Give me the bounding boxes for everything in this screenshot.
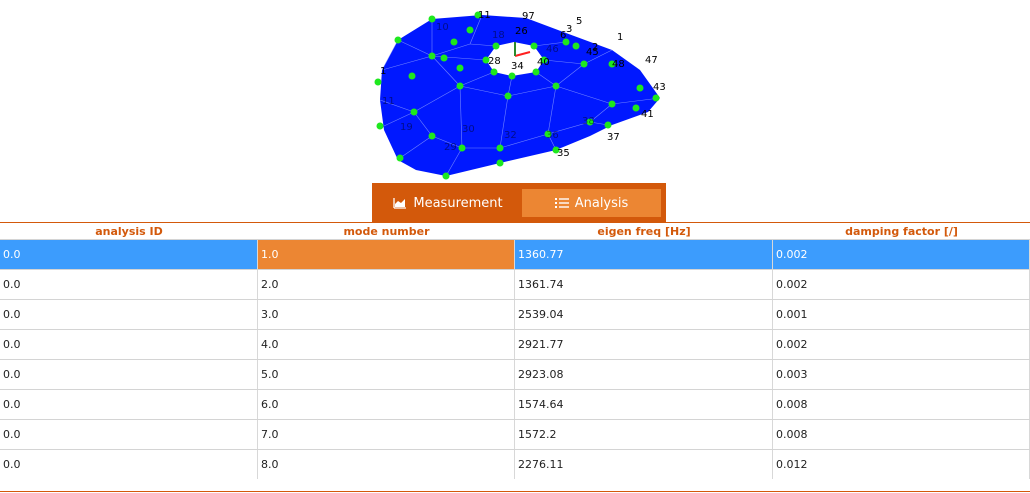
- svg-text:32: 32: [504, 130, 517, 141]
- column-header-eigen-freq[interactable]: eigen freq [Hz]: [515, 223, 773, 239]
- mesh-plot[interactable]: 11 97 3 5 6 1 2 45 48 47 43 41 37 35 28 …: [0, 0, 1030, 183]
- node-label-47: 47: [645, 55, 658, 66]
- cell-eigen-freq[interactable]: 2923.08: [515, 360, 773, 389]
- node-label-35: 35: [557, 148, 570, 159]
- node-label-97: 97: [522, 11, 535, 22]
- area-chart-icon: [393, 197, 407, 209]
- cell-eigen-freq[interactable]: 2276.11: [515, 450, 773, 479]
- cell-damping-factor[interactable]: 0.002: [773, 270, 1030, 299]
- tab-measurement-label: Measurement: [413, 195, 503, 211]
- table-bottom-border: [0, 491, 1030, 492]
- cell-damping-factor[interactable]: 0.002: [773, 330, 1030, 359]
- cell-analysis-id[interactable]: 0.0: [0, 450, 258, 479]
- node-label-1b: 1: [617, 32, 623, 43]
- node-label-26: 26: [515, 26, 528, 37]
- node-label-48: 48: [612, 59, 625, 70]
- svg-text:10: 10: [436, 22, 449, 33]
- cell-analysis-id[interactable]: 0.0: [0, 390, 258, 419]
- cell-mode-number[interactable]: 7.0: [258, 420, 515, 449]
- table-row[interactable]: 0.0 3.0 2539.04 0.001: [0, 299, 1030, 329]
- tab-measurement[interactable]: Measurement: [378, 189, 518, 217]
- cell-analysis-id[interactable]: 0.0: [0, 240, 258, 269]
- node-label-6: 6: [560, 30, 566, 41]
- cell-analysis-id[interactable]: 0.0: [0, 360, 258, 389]
- table-row[interactable]: 0.0 7.0 1572.2 0.008: [0, 419, 1030, 449]
- cell-mode-number[interactable]: 3.0: [258, 300, 515, 329]
- node-label-34: 34: [511, 61, 524, 72]
- cell-analysis-id[interactable]: 0.0: [0, 300, 258, 329]
- node-label-37: 37: [607, 132, 620, 143]
- table-row[interactable]: 0.0 5.0 2923.08 0.003: [0, 359, 1030, 389]
- node-label-40: 40: [537, 57, 550, 68]
- cell-mode-number[interactable]: 1.0: [258, 240, 515, 269]
- table-row[interactable]: 0.0 2.0 1361.74 0.002: [0, 269, 1030, 299]
- node-label-15: 45: [586, 47, 599, 58]
- mesh-viewport[interactable]: 11 97 3 5 6 1 2 45 48 47 43 41 37 35 28 …: [0, 0, 1030, 183]
- node-label-5: 5: [576, 16, 582, 27]
- node-label-3: 3: [566, 24, 572, 35]
- cell-eigen-freq[interactable]: 2539.04: [515, 300, 773, 329]
- tab-analysis-label: Analysis: [574, 195, 629, 211]
- cell-mode-number[interactable]: 5.0: [258, 360, 515, 389]
- svg-text:18: 18: [492, 30, 505, 41]
- table-row[interactable]: 0.0 8.0 2276.11 0.012: [0, 449, 1030, 479]
- table-row[interactable]: 0.0 4.0 2921.77 0.002: [0, 329, 1030, 359]
- cell-eigen-freq[interactable]: 1360.77: [515, 240, 773, 269]
- table-row[interactable]: 0.0 1.0 1360.77 0.002: [0, 239, 1030, 269]
- cell-damping-factor[interactable]: 0.012: [773, 450, 1030, 479]
- node-label-41: 41: [641, 109, 654, 120]
- svg-text:30: 30: [462, 124, 475, 135]
- cell-analysis-id[interactable]: 0.0: [0, 330, 258, 359]
- column-header-analysis-id[interactable]: analysis ID: [0, 223, 258, 239]
- column-header-mode-number[interactable]: mode number: [258, 223, 515, 239]
- cell-damping-factor[interactable]: 0.003: [773, 360, 1030, 389]
- cell-eigen-freq[interactable]: 1361.74: [515, 270, 773, 299]
- node-label-11: 11: [478, 10, 491, 21]
- cell-analysis-id[interactable]: 0.0: [0, 270, 258, 299]
- svg-text:11: 11: [382, 96, 395, 107]
- cell-analysis-id[interactable]: 0.0: [0, 420, 258, 449]
- svg-text:29: 29: [444, 142, 457, 153]
- analysis-results-table: analysis ID mode number eigen freq [Hz] …: [0, 222, 1030, 493]
- cell-eigen-freq[interactable]: 1572.2: [515, 420, 773, 449]
- table-header: analysis ID mode number eigen freq [Hz] …: [0, 223, 1030, 239]
- cell-eigen-freq[interactable]: 2921.77: [515, 330, 773, 359]
- cell-mode-number[interactable]: 4.0: [258, 330, 515, 359]
- cell-damping-factor[interactable]: 0.002: [773, 240, 1030, 269]
- svg-text:19: 19: [400, 122, 413, 133]
- view-tab-bar: Measurement Analysis: [372, 183, 666, 222]
- column-header-damping-factor[interactable]: damping factor [/]: [773, 223, 1030, 239]
- table-row[interactable]: 0.0 6.0 1574.64 0.008: [0, 389, 1030, 419]
- svg-text:46: 46: [546, 44, 559, 55]
- cell-mode-number[interactable]: 8.0: [258, 450, 515, 479]
- cell-damping-factor[interactable]: 0.008: [773, 420, 1030, 449]
- cell-mode-number[interactable]: 6.0: [258, 390, 515, 419]
- node-label-1: 1: [380, 66, 386, 77]
- cell-eigen-freq[interactable]: 1574.64: [515, 390, 773, 419]
- cell-damping-factor[interactable]: 0.008: [773, 390, 1030, 419]
- node-label-28: 28: [488, 56, 501, 67]
- x-axis-arrow: [514, 51, 531, 57]
- cell-damping-factor[interactable]: 0.001: [773, 300, 1030, 329]
- svg-text:36: 36: [546, 130, 559, 141]
- node-label-43: 43: [653, 82, 666, 93]
- svg-text:38: 38: [582, 116, 595, 127]
- cell-mode-number[interactable]: 2.0: [258, 270, 515, 299]
- tab-analysis[interactable]: Analysis: [522, 189, 661, 217]
- numbered-list-icon: [554, 197, 569, 209]
